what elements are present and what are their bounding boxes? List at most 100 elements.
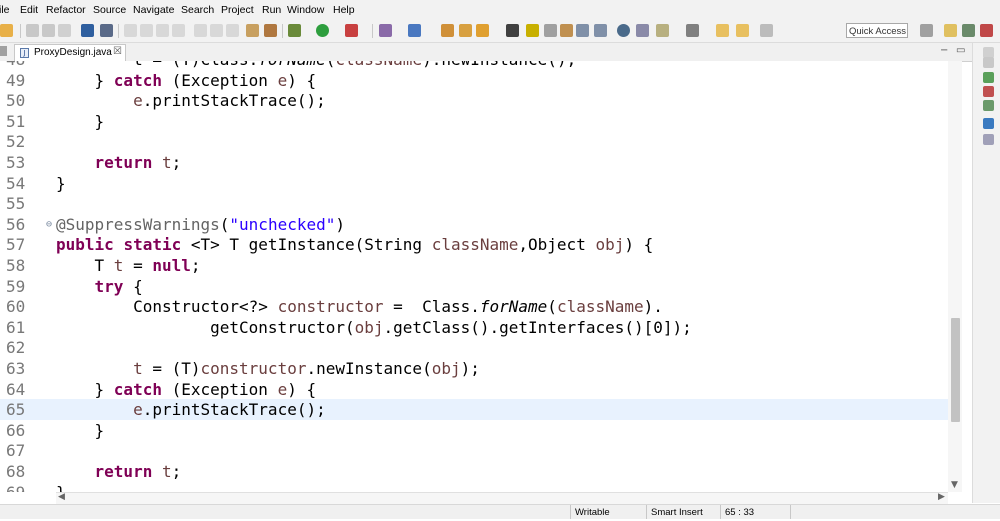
vertical-scrollbar[interactable] [948, 61, 962, 492]
line-number: 56 [6, 214, 26, 234]
line-number: 60 [6, 297, 26, 317]
vertical-scrollbar-thumb[interactable] [951, 318, 960, 422]
java-perspective-icon[interactable] [944, 24, 957, 37]
scroll-left-icon[interactable]: ◀ [58, 492, 65, 502]
code-line[interactable]: 66 } [0, 420, 962, 441]
toggle-mark-occurrences-icon[interactable] [526, 24, 539, 37]
save-all-icon[interactable] [42, 24, 55, 37]
progress-icon[interactable] [983, 134, 994, 145]
back-icon[interactable] [716, 24, 729, 37]
code-line[interactable]: 49 } catch (Exception e) { [0, 70, 962, 91]
next-annotation-icon[interactable] [636, 24, 649, 37]
menu-search[interactable]: Search [181, 4, 214, 16]
menu-help[interactable]: Help [333, 4, 355, 16]
new-java-project-icon[interactable] [379, 24, 392, 37]
problems-icon[interactable] [983, 100, 994, 111]
code-line[interactable]: 62 [0, 337, 962, 358]
open-task-icon[interactable] [459, 24, 472, 37]
menu-source[interactable]: Source [93, 4, 126, 16]
resume-icon[interactable] [124, 24, 137, 37]
scroll-right-icon[interactable]: ▶ [938, 492, 945, 502]
code-line[interactable]: 54} [0, 173, 962, 194]
prev-annotation-icon[interactable] [656, 24, 669, 37]
task-list-icon[interactable] [983, 72, 994, 83]
code-line[interactable]: 52 [0, 131, 962, 152]
pilcrow-icon[interactable] [594, 24, 607, 37]
code-line[interactable]: 61 getConstructor(obj.getClass().getInte… [0, 317, 962, 338]
maximize-icon[interactable]: ▭ [956, 45, 965, 56]
globe-icon[interactable] [617, 24, 630, 37]
horizontal-scrollbar[interactable] [56, 492, 948, 504]
debug-perspective-icon[interactable] [962, 24, 975, 37]
forward-arrow-icon[interactable] [760, 24, 773, 37]
line-number: 63 [6, 359, 26, 378]
code-line[interactable]: 56 ⊖ @SuppressWarnings("unchecked") [0, 214, 962, 235]
code-line[interactable]: 57 public static <T> T getInstance(String… [0, 234, 962, 255]
code-line[interactable]: 69} [0, 482, 962, 492]
editor-tab-proxydesign[interactable]: J ProxyDesign.java ☒ [14, 44, 126, 61]
code-line[interactable]: 53 return t; [0, 152, 962, 173]
code-line[interactable]: 55 [0, 193, 962, 214]
line-number: 69 [6, 482, 48, 492]
git-perspective-icon[interactable] [980, 24, 993, 37]
annotation-icon[interactable] [506, 24, 519, 37]
menu-refactor[interactable]: Refactor [46, 4, 86, 16]
code-text: Constructor<?> constructor = Class.forNa… [56, 297, 663, 317]
suspend-icon[interactable] [140, 24, 153, 37]
save-icon[interactable] [26, 24, 39, 37]
code-line[interactable]: 50 e.printStackTrace(); [0, 90, 962, 111]
code-line[interactable]: 51 } [0, 111, 962, 132]
code-text: e.printStackTrace(); [133, 91, 326, 111]
code-line[interactable]: 65 e.printStackTrace(); [0, 399, 962, 421]
last-edit-icon[interactable] [686, 24, 699, 37]
code-line[interactable]: 64 } catch (Exception e) { [0, 379, 962, 400]
quick-access-input[interactable]: Quick Access [846, 23, 908, 38]
block-selection-icon[interactable] [544, 24, 557, 37]
open-type-icon[interactable] [441, 24, 454, 37]
use-step-filters-icon[interactable] [264, 24, 277, 37]
word-wrap-icon[interactable] [576, 24, 589, 37]
step-into-icon[interactable] [194, 24, 207, 37]
line-number: 59 [6, 276, 26, 296]
terminate-icon[interactable] [156, 24, 169, 37]
forward-icon[interactable] [736, 24, 749, 37]
minimize-icon[interactable]: − [940, 45, 948, 56]
open-perspective-icon[interactable] [920, 24, 933, 37]
code-line[interactable]: 58 T t = null; [0, 255, 962, 276]
outline-icon[interactable] [983, 86, 994, 97]
new-package-icon[interactable] [408, 24, 421, 37]
fold-toggle-icon[interactable]: ⊖ [46, 214, 52, 235]
run-icon[interactable] [316, 24, 329, 37]
menu-window[interactable]: Window [287, 4, 324, 16]
step-return-icon[interactable] [226, 24, 239, 37]
code-line[interactable]: 60 Constructor<?> constructor = Class.fo… [0, 296, 962, 317]
menu-navigate[interactable]: Navigate [133, 4, 174, 16]
restore-icon[interactable] [983, 57, 994, 68]
code-line[interactable]: 68 return t; [0, 461, 962, 482]
line-number: 62 [6, 338, 26, 358]
terminal-icon[interactable] [81, 24, 94, 37]
code-line[interactable]: 63 t = (T)constructor.newInstance(obj); [0, 358, 962, 379]
show-whitespace-icon[interactable] [560, 24, 573, 37]
menu-file[interactable]: ile [0, 4, 10, 16]
code-editor[interactable]: 48 t = (T)Class.forName(className).newIn… [0, 61, 962, 492]
line-number: 50 [6, 91, 26, 111]
print-icon[interactable] [58, 24, 71, 37]
search-icon[interactable] [476, 24, 489, 37]
new-icon[interactable] [0, 24, 13, 37]
drop-to-frame-icon[interactable] [246, 24, 259, 37]
step-over-icon[interactable] [210, 24, 223, 37]
left-trim-icon[interactable] [0, 46, 7, 56]
menu-run[interactable]: Run [262, 4, 281, 16]
code-line[interactable]: 67 [0, 440, 962, 461]
external-tools-icon[interactable] [345, 24, 358, 37]
debug-icon[interactable] [288, 24, 301, 37]
menu-project[interactable]: Project [221, 4, 254, 16]
disconnect-icon[interactable] [172, 24, 185, 37]
skip-breakpoints-icon[interactable] [100, 24, 113, 37]
console-icon[interactable] [983, 118, 994, 129]
code-line[interactable]: 59 try { [0, 276, 962, 297]
close-icon[interactable]: ☒ [113, 46, 122, 57]
menu-edit[interactable]: Edit [20, 4, 38, 16]
scroll-down-icon[interactable]: ▼ [951, 480, 958, 490]
